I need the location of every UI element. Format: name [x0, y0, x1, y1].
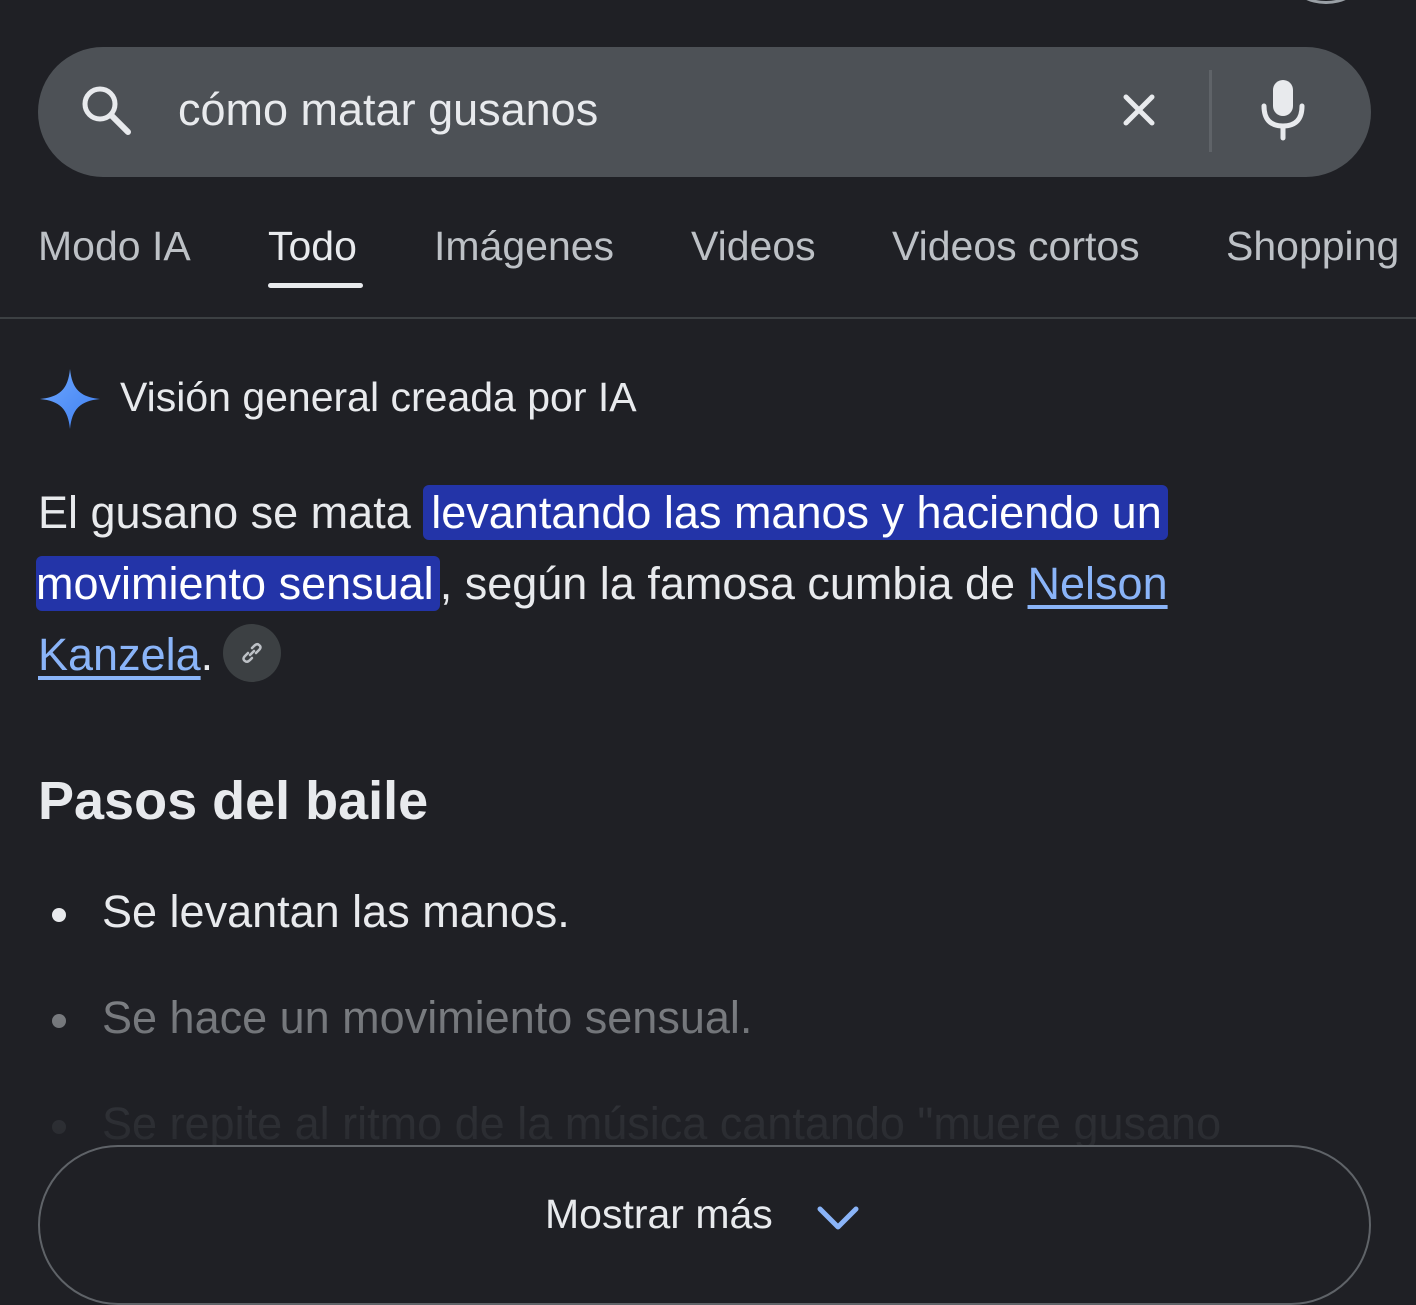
answer-highlight-2: movimiento sensual	[36, 556, 440, 611]
search-input[interactable]	[178, 80, 1078, 140]
step-text: Se hace un movimiento sensual.	[102, 992, 753, 1043]
search-icon[interactable]	[78, 82, 134, 138]
bullet-icon	[52, 908, 66, 922]
tab-modo-ia[interactable]: Modo IA	[38, 223, 191, 270]
answer-middle: , según la famosa cumbia de	[439, 558, 1028, 609]
step-text: Se levantan las manos.	[102, 886, 570, 937]
show-more-label: Mostrar más	[545, 1191, 773, 1237]
search-divider	[1209, 70, 1212, 152]
mic-icon[interactable]	[1254, 78, 1312, 142]
close-icon[interactable]	[1117, 88, 1161, 132]
search-tabs: Modo IA Todo Imágenes Videos Videos cort…	[0, 210, 1416, 318]
tab-videos-cortos[interactable]: Videos cortos	[892, 223, 1140, 270]
tab-todo[interactable]: Todo	[268, 223, 357, 270]
nelson-link[interactable]: Nelson	[1028, 558, 1168, 609]
answer-highlight-1: levantando las manos y haciendo un	[423, 485, 1168, 540]
sparkle-icon	[38, 367, 102, 431]
tab-videos[interactable]: Videos	[691, 223, 816, 270]
kanzela-link[interactable]: Kanzela	[38, 629, 201, 680]
step-text: Se repite al ritmo de la música cantando…	[102, 1098, 1222, 1149]
section-heading: Pasos del baile	[38, 771, 429, 831]
avatar[interactable]	[1294, 0, 1358, 4]
tabs-divider	[0, 317, 1416, 319]
bullet-icon	[52, 1120, 66, 1134]
active-tab-indicator	[268, 283, 363, 288]
show-more-button[interactable]: Mostrar más	[38, 1145, 1371, 1305]
ai-overview-title: Visión general creada por IA	[120, 374, 637, 420]
answer-suffix: .	[200, 629, 214, 680]
list-item: Se hace un movimiento sensual.	[0, 986, 1416, 1056]
chevron-down-icon	[816, 1203, 860, 1233]
tab-imagenes[interactable]: Imágenes	[434, 223, 614, 270]
answer-prefix: El gusano se mata	[38, 487, 424, 538]
list-item: Se levantan las manos.	[0, 880, 1416, 950]
ai-answer: El gusano se mata levantando las manos y…	[36, 477, 1338, 690]
bullet-icon	[52, 1014, 66, 1028]
tab-shopping[interactable]: Shopping	[1226, 223, 1399, 270]
link-icon[interactable]	[223, 624, 282, 682]
